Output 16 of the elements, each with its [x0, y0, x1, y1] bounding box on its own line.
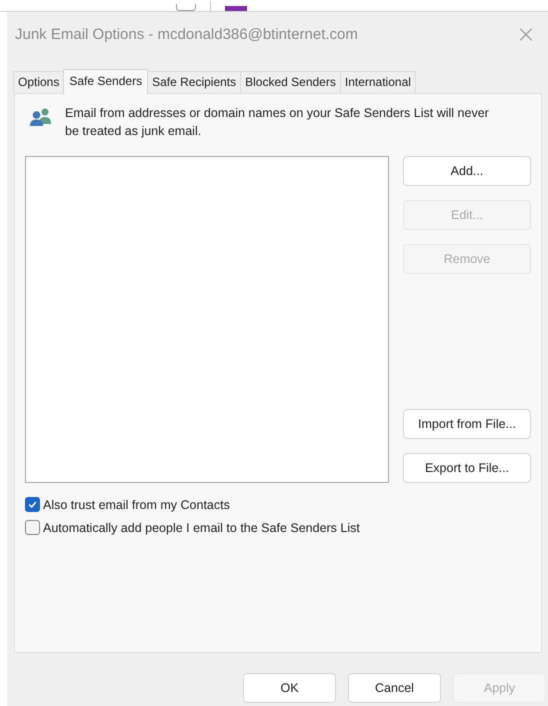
checkbox[interactable] [25, 497, 40, 512]
checkbox[interactable] [25, 520, 40, 535]
description-text: Email from addresses or domain names on your Safe Senders List will never be treated as junk email. [65, 105, 490, 140]
dialog-button[interactable]: Export to File... [403, 453, 531, 483]
checkmark-icon [27, 499, 38, 510]
tab[interactable]: Safe Senders [63, 69, 148, 94]
tab[interactable]: International [340, 71, 416, 93]
tab[interactable]: Options [13, 71, 64, 93]
checkbox-label[interactable]: Automatically add people I email to the Safe Senders List [43, 520, 360, 534]
people-icon [29, 107, 53, 127]
dialog-button[interactable]: Add... [403, 156, 531, 186]
dialog-button[interactable]: OK [243, 673, 336, 703]
window-title: Junk Email Options - mcdonald386@btinternet.com [15, 26, 358, 42]
dialog-button[interactable]: Import from File... [403, 409, 531, 439]
checkbox-label[interactable]: Also trust email from my Contacts [43, 498, 230, 512]
dialog-button[interactable]: Cancel [348, 673, 441, 703]
